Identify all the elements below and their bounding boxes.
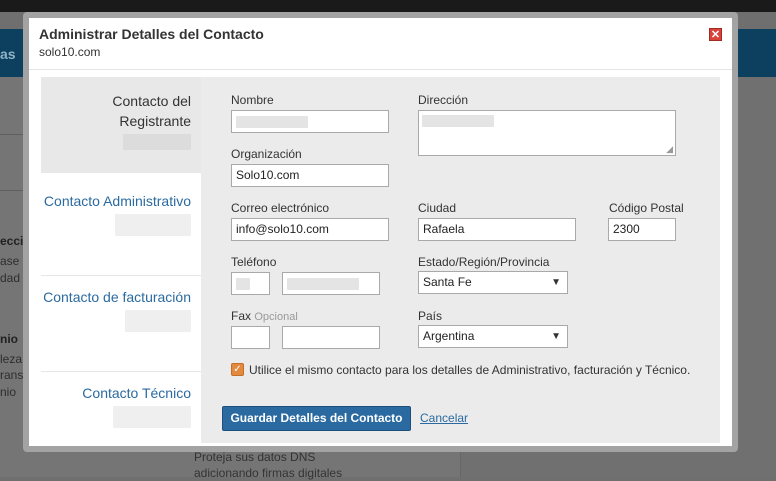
fax-label: Fax Opcional	[231, 309, 298, 323]
tab-registrant-contact[interactable]: Contacto del Registrante	[41, 77, 201, 173]
redacted-text	[123, 134, 191, 150]
background-text: nio	[0, 385, 17, 399]
telefono-country-code-field[interactable]	[231, 272, 270, 295]
tab-separator	[41, 371, 201, 372]
redacted-text	[113, 406, 191, 428]
organizacion-field[interactable]: Solo10.com	[231, 164, 389, 187]
chevron-down-icon: ▼	[551, 331, 561, 342]
dialog-title: Administrar Detalles del Contacto	[39, 26, 264, 42]
fax-number-field[interactable]	[282, 326, 380, 349]
tab-billing-contact[interactable]: Contacto de facturación	[41, 283, 201, 371]
redacted-text	[422, 115, 494, 127]
background-text: ecci	[0, 234, 24, 248]
pais-selected-value: Argentina	[423, 329, 475, 343]
background-text: nio	[0, 332, 18, 346]
telefono-number-field[interactable]	[282, 272, 380, 295]
close-icon[interactable]: ✕	[709, 28, 722, 41]
redacted-text	[236, 115, 308, 128]
fax-label-text: Fax	[231, 309, 252, 323]
background-footer-text: Proteja sus datos DNS adicionando firmas…	[194, 449, 342, 481]
cancel-link[interactable]: Cancelar	[420, 411, 468, 425]
tab-label: Contacto Administrativo	[43, 193, 191, 209]
codigo-postal-field[interactable]: 2300	[608, 218, 676, 241]
correo-label: Correo electrónico	[231, 201, 330, 215]
estado-label: Estado/Región/Provincia	[418, 255, 550, 269]
background-divider	[0, 134, 24, 135]
save-contact-button[interactable]: Guardar Detalles del Contacto	[222, 406, 411, 431]
background-divider	[0, 190, 24, 191]
redacted-text	[125, 310, 191, 332]
codigo-postal-label: Código Postal	[609, 201, 684, 215]
same-contact-label: Utilice el mismo contacto para los detal…	[249, 363, 691, 377]
chevron-down-icon: ▼	[551, 277, 561, 288]
tab-label: Contacto Técnico	[82, 385, 191, 401]
dialog-subtitle: solo10.com	[39, 45, 101, 59]
background-footer-line: adicionando firmas digitales	[194, 466, 343, 480]
fax-optional-hint: Opcional	[254, 311, 298, 323]
background-top-bar	[0, 0, 776, 12]
telefono-label: Teléfono	[231, 255, 277, 269]
correo-field[interactable]: info@solo10.com	[231, 218, 389, 241]
estado-selected-value: Santa Fe	[423, 275, 472, 289]
resize-grip-icon[interactable]: ◢	[666, 145, 673, 154]
same-contact-checkbox[interactable]: ✓	[231, 363, 244, 376]
nombre-label: Nombre	[231, 93, 274, 107]
estado-select[interactable]: Santa Fe ▼	[418, 271, 568, 294]
nombre-field[interactable]	[231, 110, 389, 133]
tab-label: Contacto del Registrante	[112, 93, 191, 129]
tab-technical-contact[interactable]: Contacto Técnico	[41, 379, 201, 443]
dialog-divider	[29, 69, 732, 70]
redacted-text	[115, 214, 191, 236]
pais-label: País	[418, 309, 443, 323]
contact-tabs: Contacto del Registrante Contacto Admini…	[41, 77, 201, 443]
ciudad-label: Ciudad	[418, 201, 457, 215]
tab-separator	[41, 275, 201, 276]
manage-contact-dialog: Administrar Detalles del Contacto solo10…	[23, 12, 738, 452]
fax-country-code-field[interactable]	[231, 326, 270, 349]
pais-select[interactable]: Argentina ▼	[418, 325, 568, 348]
redacted-text	[287, 277, 359, 290]
tab-administrative-contact[interactable]: Contacto Administrativo	[41, 187, 201, 275]
background-nav-text: as	[0, 46, 16, 62]
direccion-field[interactable]: ◢	[418, 110, 676, 156]
tab-label: Contacto de facturación	[43, 289, 191, 305]
direccion-label: Dirección	[418, 93, 469, 107]
organizacion-label: Organización	[231, 147, 302, 161]
redacted-text	[236, 277, 250, 290]
ciudad-field[interactable]: Rafaela	[418, 218, 576, 241]
